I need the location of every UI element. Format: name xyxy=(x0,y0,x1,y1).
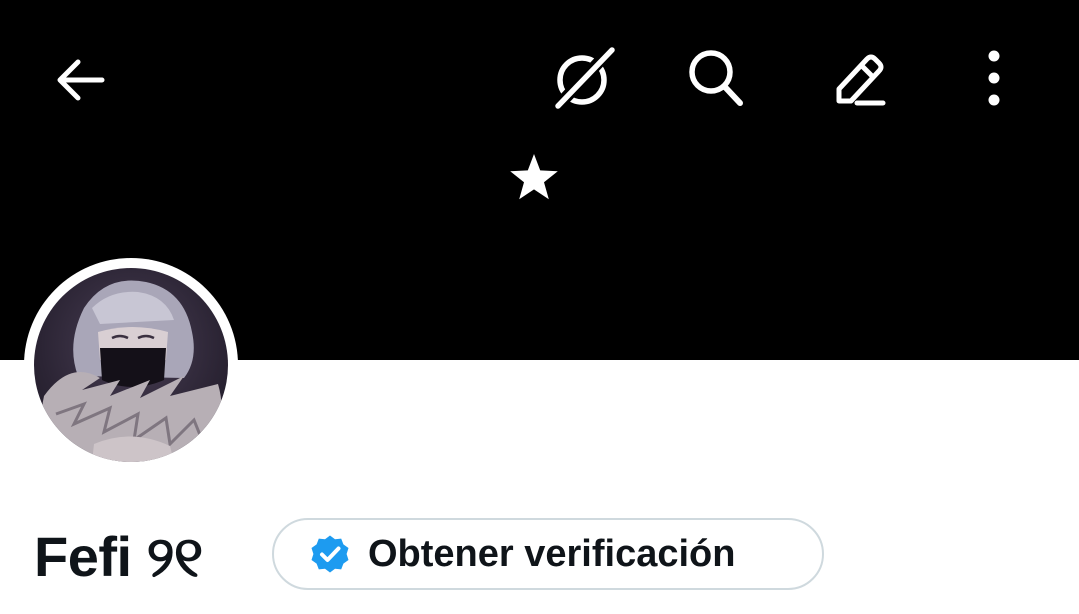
verified-badge-icon xyxy=(311,535,349,573)
star-icon xyxy=(510,154,558,200)
more-button[interactable] xyxy=(962,40,1026,116)
avatar-image xyxy=(34,268,228,462)
arrow-left-icon xyxy=(57,59,105,101)
grok-button[interactable] xyxy=(540,40,624,116)
search-icon xyxy=(689,50,743,106)
get-verified-label: Obtener verificación xyxy=(368,532,736,575)
more-vertical-icon xyxy=(988,50,1000,106)
get-verified-button[interactable]: Obtener verificación xyxy=(272,518,824,590)
back-button[interactable] xyxy=(40,44,120,116)
grok-icon xyxy=(550,42,618,114)
edit-button[interactable] xyxy=(814,40,898,116)
edit-icon xyxy=(836,54,886,106)
display-name: Fefi ୨୧ xyxy=(34,525,203,588)
avatar[interactable] xyxy=(24,258,238,472)
search-button[interactable] xyxy=(676,40,756,116)
avatar-illustration xyxy=(42,280,222,462)
